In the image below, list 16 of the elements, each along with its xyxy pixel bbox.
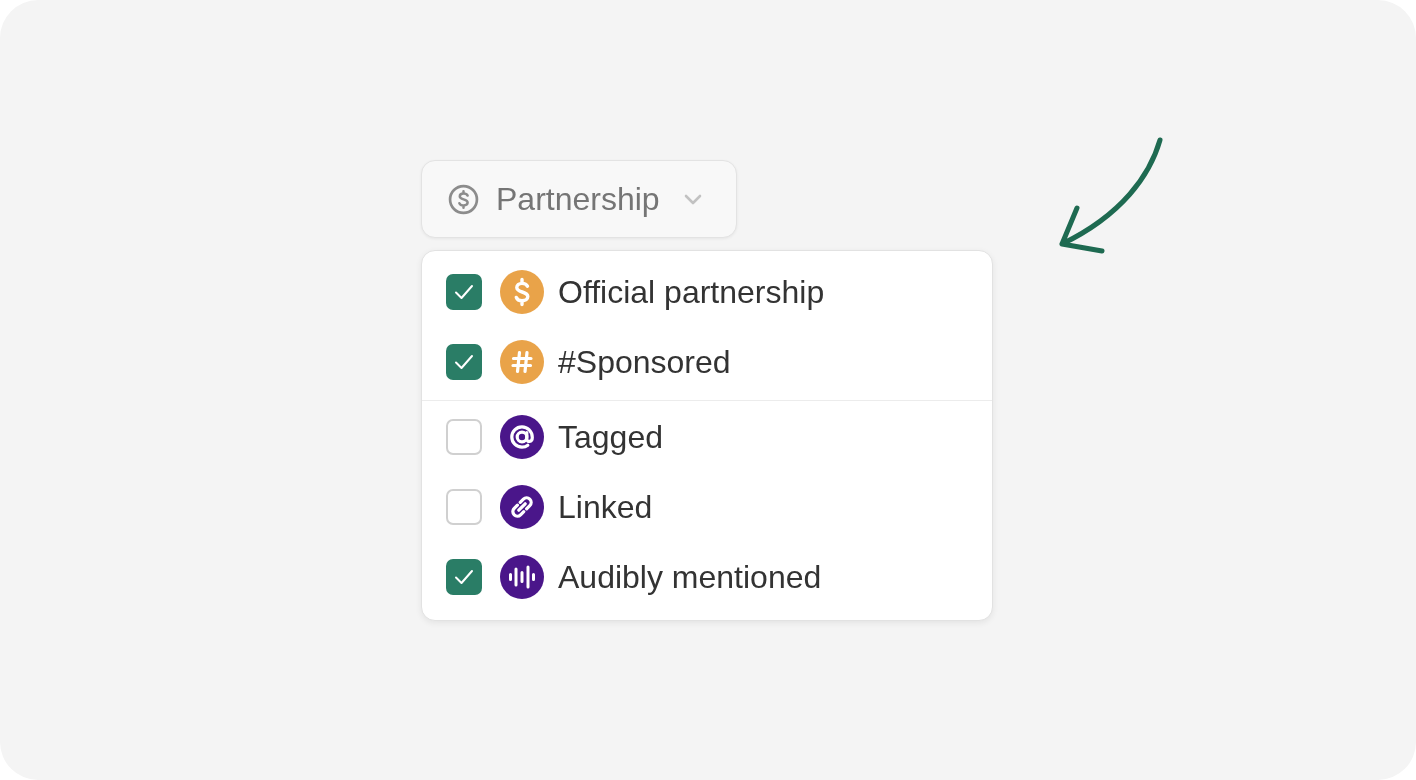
filter-dropdown-button[interactable]: Partnership — [421, 160, 737, 238]
checkbox[interactable] — [446, 419, 482, 455]
checkmark-icon — [454, 354, 474, 370]
checkmark-icon — [454, 569, 474, 585]
option-label[interactable]: Audibly mentioned — [558, 558, 822, 596]
checkmark-icon — [454, 284, 474, 300]
checkbox[interactable] — [446, 274, 482, 310]
option-label[interactable]: #Sponsored — [558, 343, 731, 381]
checkbox[interactable] — [446, 344, 482, 380]
option-label[interactable]: Tagged — [558, 418, 663, 456]
chevron-down-icon — [683, 193, 702, 205]
checkbox[interactable] — [446, 559, 482, 595]
dollar-circle-icon — [448, 183, 479, 215]
option-label[interactable]: Official partnership — [558, 273, 825, 311]
option-label[interactable]: Linked — [558, 488, 653, 526]
checkbox[interactable] — [446, 489, 482, 525]
